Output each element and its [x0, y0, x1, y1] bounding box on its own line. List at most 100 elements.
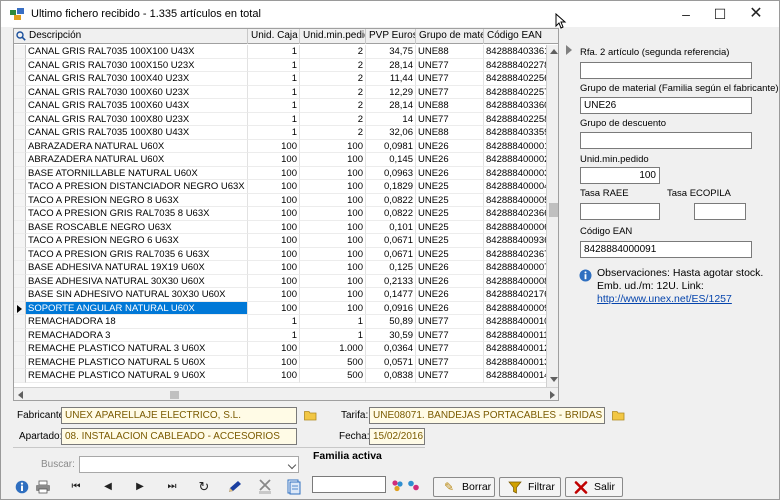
table-row[interactable]: REMACHADORA 3 1 1 30,59 UNE77 8428884000114: [14, 328, 548, 342]
cell-unid-min-pedido[interactable]: 500: [300, 355, 366, 369]
row-indicator[interactable]: [14, 261, 26, 275]
row-indicator[interactable]: [14, 315, 26, 329]
cell-codigo-ean[interactable]: 8428884000022: [484, 153, 548, 167]
cell-unid-caja[interactable]: 1: [248, 328, 300, 342]
cell-codigo-ean[interactable]: 8428884000138: [484, 356, 548, 369]
cell-unid-min-pedido[interactable]: 100: [300, 220, 366, 234]
grupo-material-field[interactable]: UNE26: [580, 97, 752, 114]
col-header-unid-caja[interactable]: Unid. Caja: [248, 29, 300, 44]
table-row[interactable]: TACO A PRESION DISTANCIADOR NEGRO U63X 10…: [14, 180, 548, 194]
cell-descripcion[interactable]: BASE ROSCABLE NEGRO U63X: [26, 220, 248, 234]
table-row[interactable]: REMACHE PLASTICO NATURAL 9 U60X 100 500 0,0…: [14, 369, 548, 383]
cell-unid-caja[interactable]: 1: [248, 315, 300, 329]
ref2-field[interactable]: [580, 62, 752, 79]
cell-unid-caja[interactable]: 100: [248, 193, 300, 207]
cell-unid-min-pedido[interactable]: 2: [300, 112, 366, 126]
cell-descripcion[interactable]: BASE ATORNILLABLE NATURAL U60X: [26, 166, 248, 180]
col-header-grupo-material[interactable]: Grupo de material: [416, 29, 484, 44]
cell-descripcion[interactable]: CANAL GRIS RAL7035 100X80 U43X: [26, 126, 248, 140]
row-indicator[interactable]: [14, 288, 26, 302]
cell-grupo-material[interactable]: UNE26: [416, 153, 484, 167]
cell-unid-caja[interactable]: 100: [248, 247, 300, 261]
cell-unid-caja[interactable]: 100: [248, 342, 300, 356]
cell-unid-min-pedido[interactable]: 100: [300, 234, 366, 248]
search-icon[interactable]: [16, 31, 26, 41]
cell-descripcion[interactable]: CANAL GRIS RAL7030 100X40 U23X: [26, 72, 248, 86]
cell-codigo-ean[interactable]: 8428884023670: [484, 248, 548, 261]
cell-descripcion[interactable]: REMACHE PLASTICO NATURAL 9 U60X: [26, 369, 248, 383]
fecha-field[interactable]: 15/02/2016: [369, 428, 425, 445]
row-indicator[interactable]: [14, 355, 26, 369]
cell-unid-caja[interactable]: 1: [248, 99, 300, 113]
row-indicator[interactable]: [14, 72, 26, 86]
cell-unid-caja[interactable]: 100: [248, 261, 300, 275]
cell-unid-min-pedido[interactable]: 100: [300, 193, 366, 207]
cell-codigo-ean[interactable]: 8428884000091: [484, 302, 548, 315]
cell-descripcion[interactable]: REMACHE PLASTICO NATURAL 3 U60X: [26, 342, 248, 356]
cell-pvp[interactable]: 50,89: [366, 315, 416, 329]
cell-pvp[interactable]: 32,06: [366, 126, 416, 140]
cell-unid-min-pedido[interactable]: 500: [300, 369, 366, 383]
cell-codigo-ean[interactable]: 8428884000084: [484, 275, 548, 288]
cell-codigo-ean[interactable]: 8428884000046: [484, 180, 548, 194]
tools-icon[interactable]: [257, 478, 273, 495]
cell-descripcion[interactable]: CANAL GRIS RAL7035 100X100 U43X: [26, 45, 248, 59]
previous-record-button[interactable]: ◀: [99, 479, 117, 495]
cell-pvp[interactable]: 0,2133: [366, 274, 416, 288]
cell-codigo-ean[interactable]: 8428884000060: [484, 221, 548, 234]
cell-codigo-ean[interactable]: 8428884000053: [484, 194, 548, 207]
last-record-button[interactable]: ⏭: [163, 479, 181, 495]
cell-grupo-material[interactable]: UNE77: [416, 58, 484, 72]
cell-codigo-ean[interactable]: 8428884000077: [484, 261, 548, 275]
cell-descripcion[interactable]: ABRAZADERA NATURAL U60X: [26, 153, 248, 167]
table-row[interactable]: ABRAZADERA NATURAL U60X 100 100 0,145 UNE26 8…: [14, 153, 548, 167]
cell-descripcion[interactable]: REMACHADORA 3: [26, 328, 248, 342]
filtrar-button[interactable]: Filtrar: [499, 477, 561, 497]
apartado-field[interactable]: 08. INSTALACION CABLEADO - ACCESORIOS: [61, 428, 297, 445]
row-indicator[interactable]: [14, 220, 26, 234]
cell-codigo-ean[interactable]: 8428884033594: [484, 126, 548, 140]
cell-grupo-material[interactable]: UNE77: [416, 328, 484, 342]
table-row[interactable]: TACO A PRESION GRIS RAL7035 8 U63X 100 100…: [14, 207, 548, 221]
cell-pvp[interactable]: 0,0671: [366, 234, 416, 248]
cell-descripcion[interactable]: TACO A PRESION DISTANCIADOR NEGRO U63X: [26, 180, 248, 194]
cell-grupo-material[interactable]: UNE26: [416, 288, 484, 302]
cell-grupo-material[interactable]: UNE26: [416, 261, 484, 275]
cell-pvp[interactable]: 0,0671: [366, 247, 416, 261]
row-indicator[interactable]: [14, 193, 26, 207]
unid-min-pedido-field[interactable]: 100: [580, 167, 660, 184]
vertical-scroll-thumb[interactable]: [549, 203, 558, 217]
cell-unid-caja[interactable]: 100: [248, 207, 300, 221]
first-record-button[interactable]: ⏮: [67, 479, 85, 495]
table-row[interactable]: BASE SIN ADHESIVO NATURAL 30X30 U60X 100 1…: [14, 288, 548, 302]
cell-descripcion[interactable]: CANAL GRIS RAL7035 100X60 U43X: [26, 99, 248, 113]
cell-unid-min-pedido[interactable]: 2: [300, 99, 366, 113]
row-indicator[interactable]: [14, 342, 26, 356]
col-header-codigo-ean[interactable]: Código EAN: [484, 29, 558, 44]
row-indicator[interactable]: [14, 112, 26, 126]
tasa-raee-field[interactable]: [580, 203, 660, 220]
cell-unid-caja[interactable]: 100: [248, 288, 300, 302]
cell-pvp[interactable]: 12,29: [366, 85, 416, 99]
cell-unid-min-pedido[interactable]: 100: [300, 288, 366, 302]
minimize-button[interactable]: –: [669, 1, 703, 27]
cell-grupo-material[interactable]: UNE26: [416, 274, 484, 288]
grupo-descuento-field[interactable]: [580, 132, 752, 149]
cell-grupo-material[interactable]: UNE26: [416, 139, 484, 153]
table-row[interactable]: BASE ROSCABLE NEGRO U63X 100 100 0,101 UNE25…: [14, 220, 548, 234]
cell-unid-caja[interactable]: 100: [248, 301, 300, 315]
cell-descripcion[interactable]: REMACHADORA 18: [26, 315, 248, 329]
cell-unid-caja[interactable]: 1: [248, 85, 300, 99]
cell-unid-min-pedido[interactable]: 100: [300, 261, 366, 275]
chevron-down-icon[interactable]: [287, 460, 297, 470]
cell-grupo-material[interactable]: UNE25: [416, 193, 484, 207]
cell-grupo-material[interactable]: UNE77: [416, 315, 484, 329]
row-indicator[interactable]: [14, 369, 26, 383]
cell-unid-caja[interactable]: 100: [248, 180, 300, 194]
cell-unid-min-pedido[interactable]: 100: [300, 153, 366, 167]
cell-grupo-material[interactable]: UNE25: [416, 247, 484, 261]
cell-pvp[interactable]: 0,0822: [366, 207, 416, 221]
cell-unid-min-pedido[interactable]: 2: [300, 72, 366, 86]
cell-pvp[interactable]: 0,1477: [366, 288, 416, 302]
cell-unid-min-pedido[interactable]: 100: [300, 274, 366, 288]
